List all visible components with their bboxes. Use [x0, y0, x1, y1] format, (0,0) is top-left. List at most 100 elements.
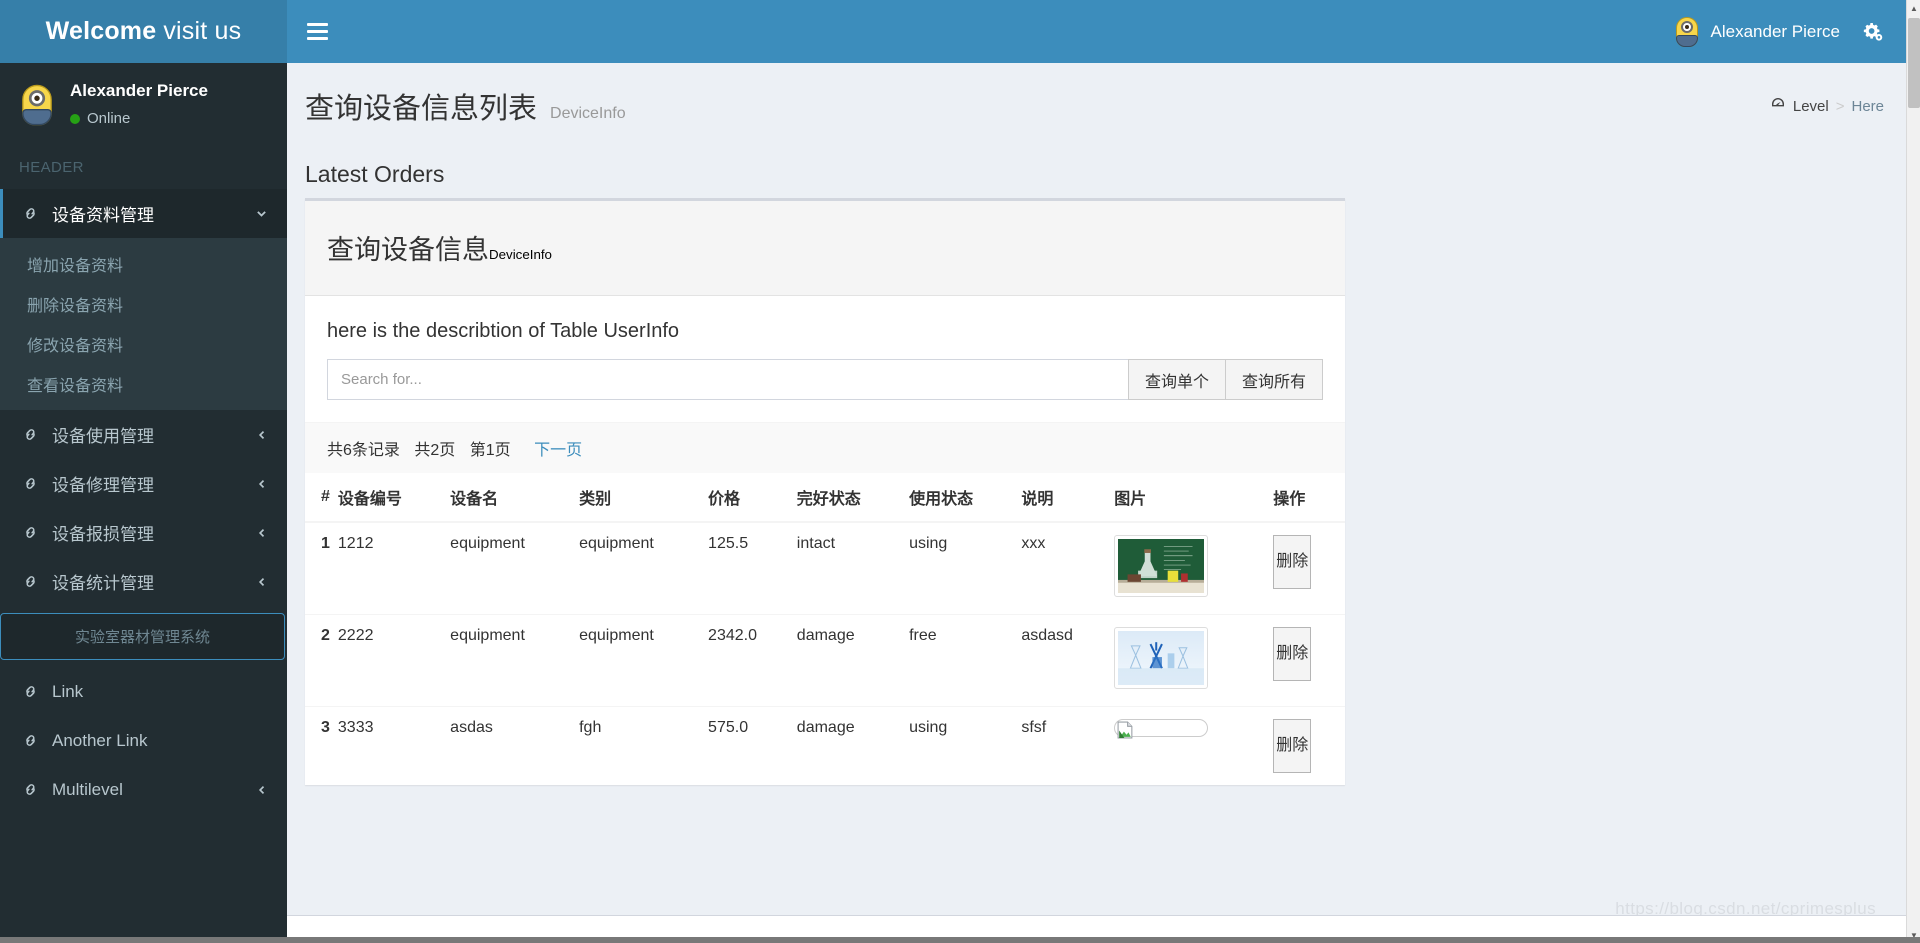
col-header-image: 图片	[1114, 473, 1274, 523]
cell-price: 575.0	[708, 706, 797, 785]
scroll-up-arrow-icon[interactable]: ▲	[1907, 0, 1920, 16]
sidebar-item-another-link[interactable]: Another Link	[0, 716, 287, 765]
sidebar-subitem-add[interactable]: 增加设备资料	[0, 244, 287, 284]
cell-action: 删除	[1273, 614, 1345, 707]
chevron-down-icon	[255, 207, 268, 220]
pager-current-page: 第1页	[469, 442, 511, 459]
user-menu[interactable]: Alexander Pierce	[1658, 0, 1856, 63]
sidebar-user-status: Online	[70, 108, 208, 130]
sidebar-item-label: 设备资料管理	[52, 206, 154, 225]
search-all-button[interactable]: 查询所有	[1225, 359, 1323, 400]
cell-device-id: 2222	[337, 614, 451, 707]
cell-condition: intact	[796, 521, 910, 615]
page-title: 查询设备信息列表 DeviceInfo	[305, 85, 626, 127]
search-input[interactable]	[327, 359, 1128, 400]
sidebar-item-device-usage[interactable]: 设备使用管理	[0, 410, 287, 459]
box-subtitle: DeviceInfo	[489, 247, 552, 262]
breadcrumb-here: Here	[1851, 97, 1884, 115]
delete-button[interactable]: 删除	[1273, 535, 1312, 589]
app-root: Welcome visit us Alexander Pierce Alexan…	[0, 0, 1920, 943]
minion-avatar-icon	[1674, 15, 1700, 49]
pager-total-records: 共6条记录	[327, 442, 400, 459]
sidebar-item-device-stats[interactable]: 设备统计管理	[0, 557, 287, 606]
col-header-device-name: 设备名	[450, 473, 580, 523]
navbar-right-menu: Alexander Pierce	[1658, 0, 1906, 63]
cell-condition: damage	[796, 614, 910, 707]
table-header-row: # 设备编号 设备名 类别 价格 完好状态 使用状态 说明 图片 操作	[305, 473, 1345, 523]
link-icon	[22, 732, 48, 749]
table-row: 2 2222 equipment equipment 2342.0 damage…	[305, 614, 1345, 707]
sidebar-brand-box: 实验室器材管理系统	[0, 613, 285, 660]
section-title: Latest Orders	[305, 161, 445, 187]
sidebar-item-device-loss[interactable]: 设备报损管理	[0, 508, 287, 557]
cell-action: 删除	[1273, 521, 1345, 615]
sidebar-subitem-delete[interactable]: 删除设备资料	[0, 284, 287, 324]
col-header-num: #	[305, 473, 338, 523]
delete-button[interactable]: 删除	[1273, 719, 1312, 773]
gears-icon[interactable]	[1856, 0, 1906, 63]
cell-image	[1114, 614, 1274, 707]
sidebar-user-name: Alexander Pierce	[70, 81, 208, 101]
link-icon	[22, 524, 48, 541]
delete-button[interactable]: 删除	[1273, 627, 1312, 681]
table-row: 3 3333 asdas fgh 575.0 damage using sfsf	[305, 706, 1345, 785]
app-logo[interactable]: Welcome visit us	[0, 0, 287, 63]
link-icon	[22, 781, 48, 798]
sidebar-item-device-data[interactable]: 设备资料管理	[0, 189, 287, 238]
search-single-button[interactable]: 查询单个	[1127, 359, 1226, 400]
cell-price: 125.5	[708, 521, 797, 615]
cell-usage: using	[909, 706, 1022, 785]
sidebar-item-multilevel[interactable]: Multilevel	[0, 765, 287, 814]
sidebar-user-status-label: Online	[87, 109, 131, 127]
broken-image-icon	[1117, 721, 1134, 744]
top-navbar: Alexander Pierce	[287, 0, 1906, 63]
sidebar-item-device-repair[interactable]: 设备修理管理	[0, 459, 287, 508]
cell-device-id: 1212	[337, 521, 451, 615]
table-body: 1 1212 equipment equipment 125.5 intact …	[305, 521, 1345, 785]
chevron-left-icon	[256, 576, 268, 588]
lab-chalkboard-photo-icon	[1118, 539, 1205, 593]
breadcrumb: Level > Here	[1770, 96, 1884, 116]
navbar-user-name: Alexander Pierce	[1710, 21, 1840, 41]
sidebar-item-label: 设备统计管理	[52, 574, 154, 593]
logo-light-text: visit us	[163, 17, 242, 45]
cell-category: equipment	[579, 614, 709, 707]
col-header-category: 类别	[579, 473, 709, 523]
col-header-price: 价格	[708, 473, 797, 523]
cell-usage: using	[909, 521, 1022, 615]
page-scrollbar[interactable]: ▲ ▼	[1906, 0, 1920, 943]
breadcrumb-level[interactable]: Level	[1793, 98, 1829, 115]
sidebar-user-panel[interactable]: Alexander Pierce Online	[0, 63, 287, 146]
sidebar-submenu-device-data: 增加设备资料 删除设备资料 修改设备资料 查看设备资料	[0, 238, 287, 410]
blue-glassware-photo-icon	[1118, 631, 1205, 685]
link-icon	[22, 426, 48, 443]
cell-condition: damage	[796, 706, 910, 785]
cell-category: fgh	[579, 706, 709, 785]
sidebar-item-label: 设备报损管理	[52, 525, 154, 544]
cell-device-name: equipment	[450, 614, 580, 707]
device-info-box: 查询设备信息DeviceInfo here is the describtion…	[305, 198, 1345, 785]
box-header: 查询设备信息DeviceInfo	[305, 201, 1345, 296]
chevron-left-icon	[256, 527, 268, 539]
link-icon	[22, 683, 48, 700]
sidebar-subitem-view[interactable]: 查看设备资料	[0, 364, 287, 404]
chevron-left-icon	[256, 478, 268, 490]
device-thumbnail[interactable]	[1114, 627, 1209, 689]
link-icon	[22, 205, 48, 222]
window-bottom-edge	[0, 937, 1920, 943]
pager-next-link[interactable]: 下一页	[534, 442, 582, 459]
col-header-action: 操作	[1273, 473, 1345, 523]
cell-remark: asdasd	[1021, 614, 1115, 707]
cell-usage: free	[909, 614, 1022, 707]
broken-image-placeholder[interactable]	[1114, 719, 1209, 739]
sidebar-item-link[interactable]: Link	[0, 667, 287, 716]
pagination-bar: 共6条记录 共2页 第1页 下一页	[305, 422, 1345, 473]
device-table: # 设备编号 设备名 类别 价格 完好状态 使用状态 说明 图片 操作 1 12…	[305, 473, 1345, 785]
minion-avatar-icon	[19, 82, 54, 128]
device-thumbnail[interactable]	[1114, 535, 1209, 597]
bars-icon[interactable]	[287, 0, 347, 63]
col-header-device-id: 设备编号	[337, 473, 451, 523]
sidebar-subitem-edit[interactable]: 修改设备资料	[0, 324, 287, 364]
sidebar-item-label: 设备修理管理	[52, 476, 154, 495]
scrollbar-thumb[interactable]	[1908, 18, 1920, 108]
